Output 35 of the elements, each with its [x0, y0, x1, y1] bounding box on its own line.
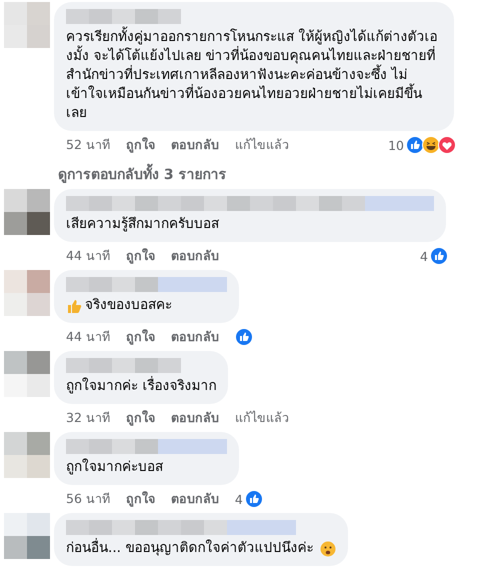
- like-reaction-icon: [234, 328, 253, 346]
- comment-action-link[interactable]: ตอบกลับ: [170, 408, 219, 428]
- comment-time: 32 นาที: [66, 409, 110, 427]
- comment-action-link[interactable]: ถูกใจ: [126, 327, 155, 347]
- view-replies-link[interactable]: ดูการตอบกลับทั้ง 3 รายการ: [58, 163, 496, 185]
- comment-text: ควรเรียกทั้งคู่มาออกรายการโหนกระแส ให้ผู้หญิงได้แก้ต่างตัวเองมั้ง จะได้โต้แย้งไปเลย ข่าวที่น้องขอบคุณคนไทยและฝ่ายชายที่สำนักข่าวที่ประเทศเกาหลีลองหาฟังนะคะค่อนข้างจะซึ้ง ไม่เข้าใจเหมือนกันข่าวที่น้องอวยคนไทยอวยฝ่ายชายไม่เคยมีขึ้นเลย: [66, 28, 442, 123]
- comment-time: 44 นาที: [66, 247, 110, 265]
- comment-action-link[interactable]: ถูกใจ: [126, 408, 155, 428]
- edited-label: แก้ไขแล้ว: [234, 136, 289, 154]
- heart-reaction-icon: [438, 136, 456, 154]
- reaction-count: 4: [420, 248, 428, 264]
- comment-text: จริงของบอสคะ: [85, 296, 172, 315]
- comment-action-link[interactable]: ตอบกลับ: [170, 327, 219, 347]
- comment-text: ก่อนอื่น... ขออนุญาติดกใจค่าตัวแปปนึงค่ะ: [66, 539, 314, 558]
- reaction-count: 10: [388, 138, 404, 152]
- thumbs-up-icon: [66, 298, 82, 314]
- like-reaction-icon: [406, 136, 424, 154]
- comment-text: ถูกใจมากค่ะบอส: [66, 458, 163, 477]
- comment-text: เสียความรู้สึกมากครับบอส: [66, 215, 219, 234]
- comment-time: 44 นาที: [66, 328, 110, 346]
- comment-action-link[interactable]: ตอบกลับ: [170, 489, 219, 509]
- comment-action-link[interactable]: ถูกใจ: [126, 246, 155, 266]
- comment-action-link[interactable]: ตอบกลับ: [170, 246, 219, 266]
- like-reaction-icon: [430, 247, 448, 265]
- laughing-face-icon: [422, 136, 440, 154]
- comment-action-link[interactable]: ถูกใจ: [126, 135, 155, 155]
- comment-time: 52 นาที: [66, 136, 110, 154]
- comment-text: ถูกใจมากค่ะ เรื่องจริงมาก: [66, 377, 216, 396]
- comment-time: 56 นาที: [66, 490, 110, 508]
- edited-label: แก้ไขแล้ว: [234, 409, 289, 427]
- worried-face-icon: [320, 541, 336, 557]
- reaction-count: 4: [234, 492, 243, 506]
- like-reaction-icon: [244, 490, 263, 508]
- comment-action-link[interactable]: ถูกใจ: [126, 489, 155, 509]
- comment-action-link[interactable]: ตอบกลับ: [170, 135, 219, 155]
